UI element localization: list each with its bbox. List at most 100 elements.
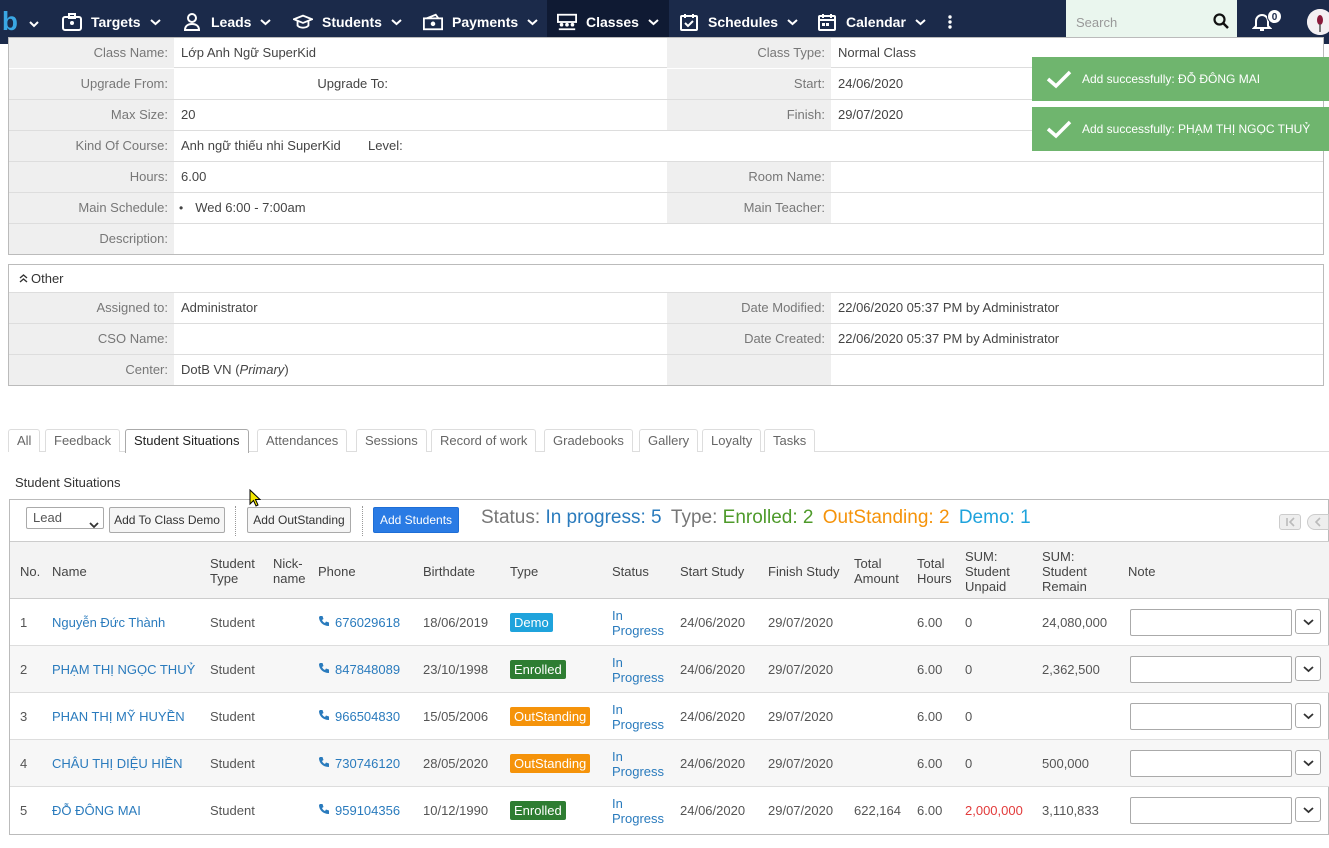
note-input[interactable] (1130, 703, 1292, 730)
col-status[interactable]: Status (612, 542, 649, 600)
col-total-amount[interactable]: Total Amount (854, 542, 910, 600)
col-student-type[interactable]: Student Type (210, 542, 270, 600)
col-note[interactable]: Note (1128, 542, 1155, 600)
phone-link[interactable]: 676029618 (318, 599, 400, 646)
total-hours: 6.00 (917, 803, 943, 818)
nav-students-label: Students (322, 14, 382, 30)
col-birthdate[interactable]: Birthdate (423, 542, 475, 600)
col-phone[interactable]: Phone (318, 542, 356, 600)
type-badge: Enrolled (510, 660, 566, 679)
briefcase-icon (62, 12, 82, 32)
note-input[interactable] (1130, 750, 1292, 777)
phone-link[interactable]: 966504830 (318, 693, 400, 740)
date-modified-value: 22/06/2020 05:37 PM by Administrator (838, 300, 1060, 315)
tab-student-situations[interactable]: Student Situations (125, 429, 249, 453)
tab-gradebooks[interactable]: Gradebooks (544, 429, 633, 452)
bullet-icon: • (179, 201, 184, 215)
phone-link[interactable]: 847848089 (318, 646, 400, 693)
finish-study: 29/07/2020 (768, 756, 834, 771)
student-name-link[interactable]: PHẠM THỊ NGỌC THUỶ (52, 646, 195, 693)
student-name-link[interactable]: PHAN THỊ MỸ HUYỀN (52, 693, 185, 740)
student-type: Student (210, 615, 255, 630)
col-total-hours[interactable]: Total Hours (917, 542, 961, 600)
phone-link[interactable]: 959104356 (318, 787, 400, 834)
add-to-class-demo-button[interactable]: Add To Class Demo (109, 507, 225, 533)
table-row: 1 Nguyễn Đức Thành Student 676029618 18/… (10, 599, 1329, 646)
class-name-value: Lớp Anh Ngữ SuperKid (181, 45, 317, 60)
tab-loyalty[interactable]: Loyalty (702, 429, 762, 452)
note-dropdown-button[interactable] (1295, 797, 1321, 822)
kind-of-course-value: Anh ngữ thiếu nhi SuperKid (181, 138, 341, 153)
col-start-study[interactable]: Start Study (680, 542, 744, 600)
tab-feedback[interactable]: Feedback (45, 429, 121, 452)
birthdate: 10/12/1990 (423, 803, 489, 818)
col-finish-study[interactable]: Finish Study (768, 542, 840, 600)
class-type-label: Class Type: (667, 38, 831, 68)
type-cell: Enrolled (510, 787, 566, 834)
birthdate: 18/06/2019 (423, 615, 489, 630)
phone-icon (318, 662, 330, 677)
start-study: 24/06/2020 (680, 756, 746, 771)
tab-gallery[interactable]: Gallery (639, 429, 699, 452)
student-name-link[interactable]: ĐỖ ĐÔNG MAI (52, 787, 141, 834)
upgrade-from-label: Upgrade From: (9, 69, 174, 99)
row-no: 2 (20, 662, 28, 677)
note-input[interactable] (1130, 656, 1292, 683)
status-cell: In Progress (612, 787, 672, 834)
center-value: DotB VN (Primary) (181, 362, 289, 377)
note-dropdown-button[interactable] (1295, 656, 1321, 681)
first-page-button[interactable] (1279, 514, 1301, 530)
note-input[interactable] (1130, 797, 1292, 824)
student-name-link[interactable]: Nguyễn Đức Thành (52, 599, 165, 646)
sum-remain: 2,362,500 (1042, 662, 1100, 677)
success-toast[interactable]: Add successfully: PHẠM THỊ NGỌC THUỶ (1032, 107, 1329, 151)
add-outstanding-button[interactable]: Add OutStanding (247, 507, 351, 533)
status-cell: In Progress (612, 693, 672, 740)
check-icon (1046, 119, 1072, 139)
add-students-button[interactable]: Add Students (373, 507, 459, 533)
class-name-label: Class Name: (9, 38, 174, 68)
note-dropdown-button[interactable] (1295, 609, 1321, 634)
tab-tasks[interactable]: Tasks (764, 429, 816, 452)
col-no[interactable]: No. (20, 542, 40, 600)
tab-all[interactable]: All (8, 429, 41, 452)
chevron-down-icon (89, 515, 99, 535)
prev-page-button[interactable] (1307, 514, 1329, 530)
student-type: Student (210, 803, 255, 818)
note-dropdown-button[interactable] (1295, 750, 1321, 775)
student-situations-table: No. Name Student Type Nick-name Phone Bi… (9, 541, 1329, 835)
finish-label: Finish: (667, 100, 831, 130)
notifications-button[interactable]: 0 (1251, 8, 1286, 36)
main-teacher-label: Main Teacher: (667, 193, 831, 223)
birthdate: 28/05/2020 (423, 756, 489, 771)
col-sum-remain[interactable]: SUM: Student Remain (1042, 542, 1104, 600)
note-input[interactable] (1130, 609, 1292, 636)
search-input[interactable] (1074, 12, 1214, 32)
lead-type-select[interactable]: Lead (26, 507, 104, 529)
tab-sessions[interactable]: Sessions (356, 429, 427, 452)
birthdate: 23/10/1998 (423, 662, 489, 677)
row-no: 4 (20, 756, 28, 771)
avatar[interactable] (1307, 9, 1329, 35)
other-section-header[interactable]: Other (9, 265, 1323, 293)
student-type: Student (210, 662, 255, 677)
status-summary: Status: In progress: 5 Type: Enrolled: 2… (481, 507, 1031, 529)
tab-attendances[interactable]: Attendances (257, 429, 348, 452)
tab-record-of-work[interactable]: Record of work (431, 429, 537, 452)
col-nickname[interactable]: Nick-name (273, 542, 313, 600)
phone-link[interactable]: 730746120 (318, 740, 400, 787)
table-row: 5 ĐỖ ĐÔNG MAI Student 959104356 10/12/19… (10, 787, 1329, 834)
type-cell: Demo (510, 599, 553, 646)
chevron-down-icon (29, 16, 39, 31)
total-hours: 6.00 (917, 615, 943, 630)
col-name[interactable]: Name (52, 542, 87, 600)
student-name-link[interactable]: CHÂU THỊ DIỆU HIỀN (52, 740, 183, 787)
type-badge: Demo (510, 613, 553, 632)
col-sum-unpaid[interactable]: SUM: Student Unpaid (965, 542, 1027, 600)
search-icon[interactable] (1213, 13, 1229, 32)
date-created-label: Date Created: (667, 324, 831, 354)
nav-classes-label: Classes (586, 14, 639, 30)
note-dropdown-button[interactable] (1295, 703, 1321, 728)
col-type[interactable]: Type (510, 542, 538, 600)
success-toast[interactable]: Add successfully: ĐỖ ĐÔNG MAI (1032, 57, 1329, 101)
